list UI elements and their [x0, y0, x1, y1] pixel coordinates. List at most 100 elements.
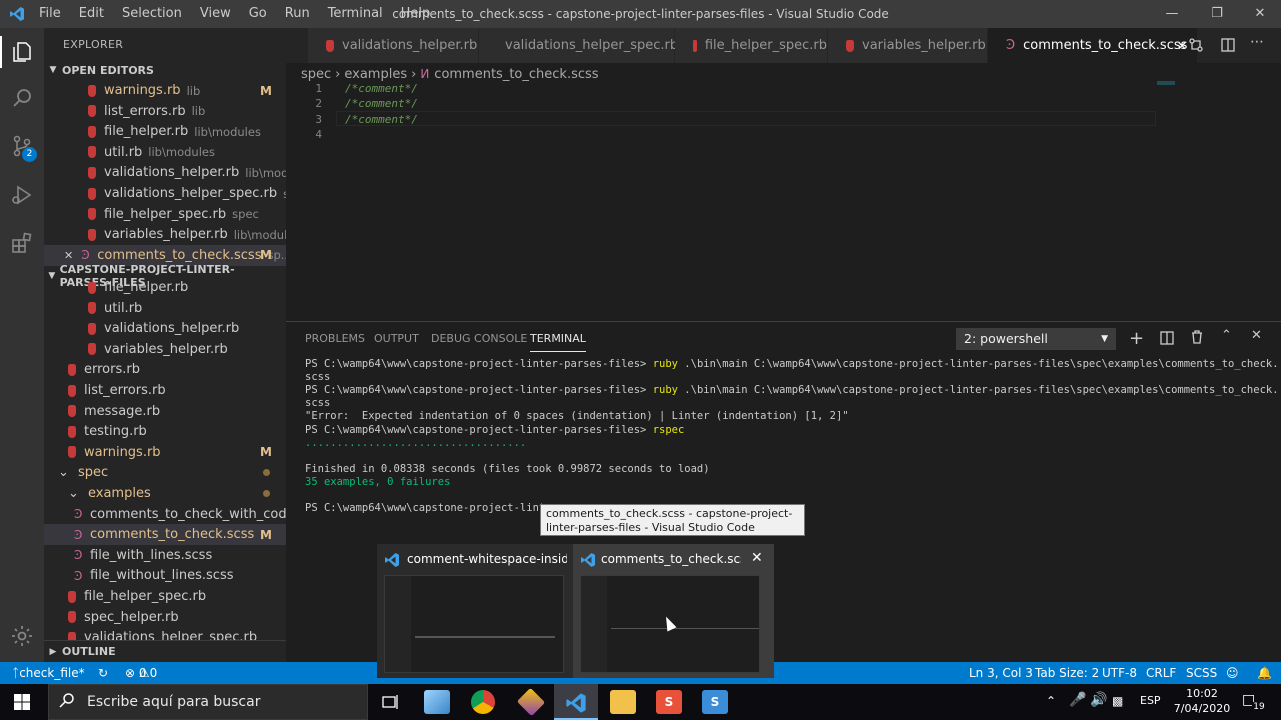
open-editors-section[interactable]: ▼ OPEN EDITORS	[44, 59, 286, 81]
kill-terminal-icon[interactable]	[1190, 330, 1204, 347]
split-terminal-icon[interactable]	[1160, 331, 1174, 348]
show-hidden-icons[interactable]: ⌃	[1046, 694, 1056, 708]
task-view-icon[interactable]	[381, 693, 399, 714]
tree-item[interactable]: util.rb	[44, 298, 286, 319]
tree-item[interactable]: file_helper_spec.rb	[44, 586, 286, 607]
editor-tab[interactable]: Ͽcomments_to_check.scss ✕	[988, 28, 1198, 63]
minimap[interactable]	[1157, 81, 1175, 85]
tree-item[interactable]: Ͽfile_without_lines.scss	[44, 565, 286, 586]
open-editor-item[interactable]: validations_helper.rb lib\modules	[44, 162, 286, 183]
compare-changes-icon[interactable]	[1188, 37, 1206, 53]
tree-item[interactable]: ⌄ spec	[44, 462, 286, 483]
clock[interactable]: 10:02 7/04/2020	[1172, 686, 1232, 716]
tree-item[interactable]: spec_helper.rb	[44, 607, 286, 628]
thumbnail-preview[interactable]	[384, 575, 564, 673]
outline-section[interactable]: ▶ OUTLINE	[44, 640, 286, 662]
menu-view[interactable]: View	[191, 0, 240, 28]
terminal-select[interactable]: 2: powershell ▼	[956, 328, 1116, 350]
code-editor[interactable]: 1/*comment*/2/*comment*/3/*comment*/4	[286, 81, 1281, 321]
notepad-app-icon[interactable]	[424, 690, 450, 714]
tree-item[interactable]: list_errors.rb	[44, 380, 286, 401]
tree-item[interactable]: testing.rb	[44, 421, 286, 442]
open-editor-item[interactable]: validations_helper_spec.rbspec	[44, 183, 286, 204]
input-language[interactable]: ESP	[1140, 694, 1161, 707]
tab-size[interactable]: Tab Size: 2	[1035, 662, 1099, 684]
editor-tab[interactable]: variables_helper.rb	[828, 28, 988, 63]
app-icon[interactable]	[516, 687, 546, 717]
tree-item[interactable]: ⌄ examples	[44, 483, 286, 504]
tree-item[interactable]: Ͽcomments_to_check.scss M	[44, 524, 286, 546]
open-editor-item[interactable]: file_helper_spec.rb spec	[44, 204, 286, 225]
open-editor-item[interactable]: file_helper.rb lib\modules	[44, 121, 286, 142]
network-icon[interactable]: ▩	[1112, 694, 1123, 708]
open-editor-item[interactable]: warnings.rb lib M	[44, 80, 286, 101]
editor-tab[interactable]: file_helper_spec.rb	[675, 28, 828, 63]
menu-help[interactable]: Help	[392, 0, 440, 28]
editor-tab[interactable]: validations_helper.rb	[308, 28, 479, 63]
thumbnail-title[interactable]: comments_to_check.scss...	[601, 552, 741, 566]
microphone-icon[interactable]: 🎤	[1069, 692, 1086, 708]
code-line[interactable]: /*comment*/	[345, 97, 418, 110]
run-debug-icon[interactable]	[6, 179, 38, 211]
settings-gear-icon[interactable]	[6, 620, 38, 652]
menu-run[interactable]: Run	[276, 0, 319, 28]
breadcrumb-file[interactable]: comments_to_check.scss	[434, 67, 598, 82]
tree-item[interactable]: warnings.rb M	[44, 442, 286, 463]
notifications-icon[interactable]: 🔔	[1257, 662, 1272, 684]
open-editor-item[interactable]: variables_helper.rb lib\modules	[44, 224, 286, 245]
maximize-panel-icon[interactable]: ⌃	[1221, 328, 1232, 343]
windows-start-icon[interactable]	[14, 694, 30, 713]
menu-go[interactable]: Go	[240, 0, 276, 28]
menu-edit[interactable]: Edit	[70, 0, 113, 28]
volume-icon[interactable]: 🔊	[1090, 692, 1107, 708]
breadcrumb-examples[interactable]: examples	[344, 67, 407, 82]
close-icon[interactable]: ✕	[64, 249, 73, 262]
close-window-button[interactable]: ✕	[1238, 0, 1281, 28]
chrome-app-icon[interactable]	[471, 690, 495, 714]
breadcrumb-spec[interactable]: spec	[301, 67, 331, 82]
menu-terminal[interactable]: Terminal	[319, 0, 392, 28]
code-line[interactable]: /*comment*/	[345, 82, 418, 95]
feedback-icon[interactable]: ☺	[1226, 662, 1239, 684]
tree-item[interactable]: message.rb	[44, 401, 286, 422]
end-of-line[interactable]: CRLF	[1146, 662, 1176, 684]
panel-tab-output[interactable]: OUTPUT	[374, 332, 419, 345]
panel-tab-debug-console[interactable]: DEBUG CONSOLE	[431, 332, 527, 345]
restore-button[interactable]: ❐	[1195, 0, 1239, 28]
close-panel-icon[interactable]: ✕	[1251, 328, 1262, 343]
app-icon[interactable]: S	[702, 690, 728, 714]
tree-item[interactable]: file_helper.rb	[44, 277, 286, 298]
minimize-button[interactable]: —	[1150, 0, 1194, 28]
vscode-taskbar-button[interactable]	[554, 684, 598, 720]
close-tab-icon[interactable]: ✕	[1177, 39, 1187, 53]
menu-file[interactable]: File	[30, 0, 70, 28]
open-editor-item[interactable]: list_errors.rb lib	[44, 101, 286, 122]
sublime-app-icon[interactable]: S	[656, 690, 682, 714]
taskbar-search[interactable]: Escribe aquí para buscar	[48, 684, 368, 720]
language-mode[interactable]: SCSS	[1186, 662, 1217, 684]
extensions-icon[interactable]	[6, 227, 38, 259]
open-editor-item[interactable]: util.rb lib\modules	[44, 142, 286, 163]
search-icon[interactable]	[6, 82, 38, 114]
tree-item[interactable]: errors.rb	[44, 359, 286, 380]
menu-selection[interactable]: Selection	[113, 0, 191, 28]
file-explorer-icon[interactable]	[610, 690, 636, 714]
branch-status[interactable]: ᛏ check_file*	[12, 662, 85, 684]
cursor-position[interactable]: Ln 3, Col 3	[969, 662, 1033, 684]
panel-tab-problems[interactable]: PROBLEMS	[305, 332, 365, 345]
panel-tab-terminal[interactable]: TERMINAL	[530, 332, 586, 352]
thumbnail-title[interactable]: comment-whitespace-inside...	[407, 552, 567, 566]
tree-item[interactable]: variables_helper.rb	[44, 339, 286, 360]
more-actions-icon[interactable]: ⋯	[1250, 34, 1266, 50]
encoding[interactable]: UTF-8	[1102, 662, 1137, 684]
tree-item[interactable]: Ͽcomments_to_check_with_code.scss	[44, 504, 286, 525]
close-thumbnail-icon[interactable]: ✕	[751, 550, 763, 566]
tree-item[interactable]: Ͽfile_with_lines.scss	[44, 545, 286, 566]
new-terminal-icon[interactable]: +	[1129, 328, 1144, 349]
tree-item[interactable]: validations_helper.rb	[44, 318, 286, 339]
problems-status[interactable]: ⊗ 0 ⚠ 0	[125, 662, 157, 684]
split-editor-icon[interactable]	[1220, 37, 1236, 53]
sync-icon[interactable]: ↻	[98, 662, 108, 684]
explorer-icon[interactable]	[6, 36, 38, 68]
editor-tab[interactable]: validations_helper_spec.rb	[479, 28, 678, 63]
